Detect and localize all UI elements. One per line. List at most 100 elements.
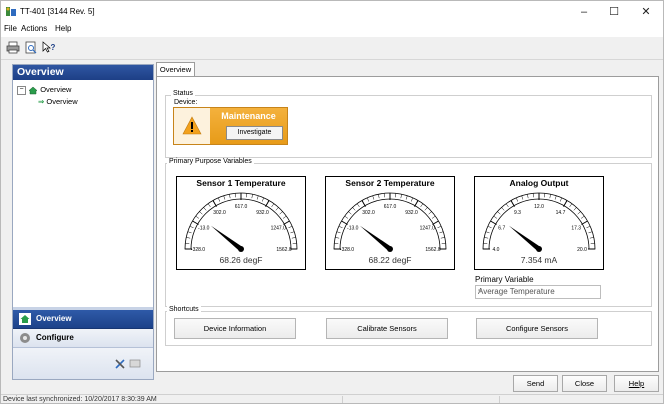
gauge-tick-label: 302.0: [362, 210, 375, 216]
print-preview-icon[interactable]: [24, 41, 38, 54]
gauge-title: Analog Output: [509, 178, 569, 188]
status-bar: Device last synchronized: 10/20/2017 8:3…: [1, 394, 663, 403]
svg-text:?: ?: [51, 43, 56, 52]
sync-status: Device last synchronized: 10/20/2017 8:3…: [3, 396, 157, 403]
title-bar: TT-401 [3144 Rev. 5] – ☐ ✕: [1, 1, 663, 23]
gauge-tick-label: 4.0: [493, 247, 500, 253]
gauge-sensor2: Sensor 2 Temperature -328.0 -13.0 302.0 617…: [325, 176, 455, 270]
gauge-sensor1: Sensor 1 Temperature -328.0 -13.0 302.0 617…: [176, 176, 306, 270]
gauge-tick-label: 12.0: [534, 204, 544, 210]
gauge-tick-label: 20.0: [577, 247, 587, 253]
primary-variable-select[interactable]: Average Temperature ▾: [475, 285, 601, 299]
collapse-icon[interactable]: −: [17, 85, 26, 95]
gauge-reading: 68.26 degF: [219, 255, 263, 265]
help-button[interactable]: Help: [614, 375, 659, 392]
gauge-dial: -328.0 -13.0 302.0 617.0 932.0 1247.0 1562.0: [333, 192, 447, 253]
gauge-tick-label: -13.0: [347, 226, 359, 232]
window-title: TT-401 [3144 Rev. 5]: [20, 7, 95, 16]
nav-configure-button[interactable]: Configure: [13, 329, 153, 348]
nav-configure-label: Configure: [36, 333, 74, 342]
gauge-hub: [387, 246, 393, 252]
home-icon: [19, 313, 31, 325]
ppv-group-label: Primary Purpose Variables: [167, 158, 254, 165]
maintenance-status: Maintenance Investigate: [173, 107, 288, 145]
investigate-button[interactable]: Investigate: [226, 126, 283, 140]
gauge-tick-label: 17.3: [571, 226, 581, 232]
menu-file[interactable]: File: [4, 24, 17, 33]
tree-child-label: Overview: [46, 97, 78, 106]
device-information-button[interactable]: Device Information: [174, 318, 296, 339]
send-button[interactable]: Send: [513, 375, 558, 392]
gauge-needle: [210, 225, 243, 251]
nav-overview-label: Overview: [36, 314, 72, 323]
menu-actions[interactable]: Actions: [21, 24, 47, 33]
tree-child-overview[interactable]: ⇒ Overview: [38, 97, 78, 106]
gauge-arc: [184, 192, 298, 250]
close-icon: ✕: [641, 6, 651, 18]
configure-sensors-button[interactable]: Configure Sensors: [476, 318, 598, 339]
gauge-hub: [536, 246, 542, 252]
status-group-label: Status: [171, 90, 195, 97]
tree-root-overview[interactable]: − Overview: [17, 85, 71, 95]
gauge-reading: 7.354 mA: [520, 255, 558, 265]
device-label: Device:: [172, 99, 200, 106]
gauge-hub: [238, 246, 244, 252]
minimize-button[interactable]: –: [569, 1, 599, 23]
maximize-button[interactable]: ☐: [599, 1, 629, 23]
gauge-tick-label: 1247.0: [420, 226, 436, 232]
home-icon: [28, 86, 38, 94]
gauge-reading: 68.22 degF: [368, 255, 412, 265]
gauge-tick-label: 1562.0: [276, 247, 292, 253]
close-button[interactable]: Close: [562, 375, 607, 392]
gauge-tick-label: 1247.0: [271, 226, 287, 232]
gauge-tick-label: 617.0: [235, 204, 248, 210]
chevron-down-icon: ▾: [478, 288, 482, 295]
gauge-analog-output: Analog Output 4.0 6.7 9.3 12.0 14.7 17.3 20.0 …: [474, 176, 604, 270]
calibrate-sensors-button[interactable]: Calibrate Sensors: [326, 318, 448, 339]
gauge-needle: [359, 225, 392, 251]
shortcuts-group-label: Shortcuts: [167, 306, 201, 313]
gauge-needle: [508, 225, 541, 251]
tools-icon[interactable]: [115, 358, 127, 369]
context-help-icon[interactable]: ?: [42, 41, 56, 54]
status-separator: [342, 396, 343, 403]
gauge-tick-label: 302.0: [213, 210, 226, 216]
gauge-tick-label: 932.0: [256, 210, 269, 216]
menu-help[interactable]: Help: [55, 24, 71, 33]
tab-overview[interactable]: Overview: [156, 62, 195, 77]
app-window: TT-401 [3144 Rev. 5] – ☐ ✕ File Actions …: [0, 0, 664, 404]
gauge-title: Sensor 2 Temperature: [345, 178, 435, 188]
toolbar: ?: [1, 38, 663, 60]
left-pane-header: Overview: [13, 65, 153, 80]
gauge-dial: 4.0 6.7 9.3 12.0 14.7 17.3 20.0: [482, 192, 596, 253]
gauge-arc: [482, 192, 596, 250]
gauge-tick-label: -328.0: [191, 247, 205, 253]
device-icon[interactable]: [129, 358, 141, 369]
app-icon: [6, 7, 16, 16]
gauge-title: Sensor 1 Temperature: [196, 178, 286, 188]
arrow-right-icon: ⇒: [38, 97, 45, 106]
maintenance-title: Maintenance: [221, 111, 276, 121]
overview-panel: Status Device: Maintenance Investigate P…: [156, 76, 659, 372]
gauge-tick-label: 9.3: [514, 210, 521, 216]
print-icon[interactable]: [6, 41, 20, 54]
close-window-button[interactable]: ✕: [631, 1, 661, 23]
left-pane: Overview − Overview ⇒ Overview Overview: [12, 64, 154, 380]
help-button-label: Help: [628, 379, 645, 388]
minimize-icon: –: [580, 6, 588, 18]
gauge-tick-label: -328.0: [340, 247, 354, 253]
maintenance-icon-box: [174, 108, 210, 144]
gauge-tick-label: -13.0: [198, 226, 210, 232]
gauge-tick-label: 1562.0: [425, 247, 441, 253]
nav-overview-button[interactable]: Overview: [13, 310, 153, 329]
tree-root-label: Overview: [40, 85, 72, 94]
nav-footer: [13, 348, 153, 379]
gauge-arc: [333, 192, 447, 250]
gauge-tick-label: 6.7: [498, 226, 505, 232]
gauge-tick-label: 932.0: [405, 210, 418, 216]
gauge-tick-label: 14.7: [556, 210, 566, 216]
warning-icon: [182, 116, 202, 135]
menu-bar: File Actions Help: [1, 23, 663, 37]
primary-variable-label: Primary Variable: [475, 275, 534, 284]
gear-icon: [20, 333, 30, 343]
